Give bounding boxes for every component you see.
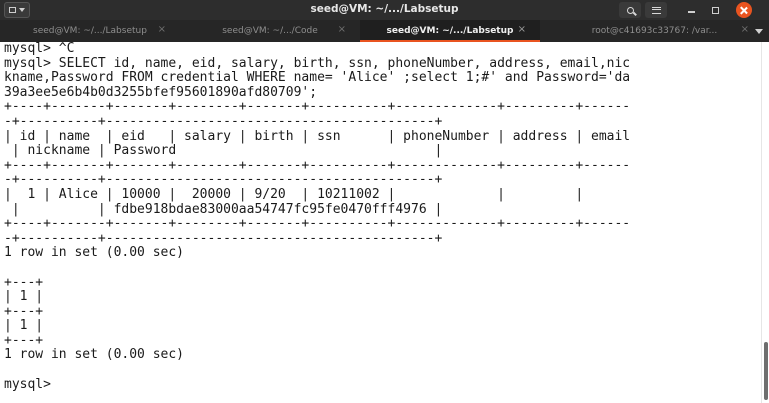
hamburger-menu-button[interactable] (645, 2, 667, 18)
terminal-line: -+----------+---------------------------… (4, 172, 443, 188)
terminal-line: 1 row in set (0.00 sec) (4, 347, 185, 363)
terminal-line: kname,Password FROM credential WHERE nam… (4, 70, 631, 86)
tab-label: root@c41693c33767: /var... (591, 26, 718, 36)
tab-label: seed@VM: ~/.../Labsetup (386, 26, 514, 36)
search-button[interactable] (619, 2, 641, 18)
tab-bar: seed@VM: ~/.../Labsetup × seed@VM: ~/...… (0, 20, 769, 42)
scrollbar[interactable] (761, 42, 769, 403)
terminal-line: +----+-------+-------+--------+-------+-… (4, 157, 631, 173)
maximize-icon (711, 6, 719, 14)
close-button[interactable] (736, 2, 752, 18)
terminal-line: +----+-------+-------+--------+-------+-… (4, 99, 631, 115)
terminal-line: +----+-------+-------+--------+-------+-… (4, 216, 631, 232)
terminal-line: -+----------+---------------------------… (4, 113, 443, 129)
terminal-line: mysql> ^C (4, 42, 75, 56)
terminal-output[interactable]: mysql> ^C mysql> SELECT id, name, eid, sa… (0, 42, 761, 403)
tab-label: seed@VM: ~/.../Labsetup (33, 26, 147, 36)
terminal-line: | 1 | (4, 289, 44, 305)
tab-close-icon[interactable]: × (338, 24, 346, 35)
tab-close-icon[interactable]: × (741, 24, 749, 35)
terminal-line: | | fdbe918bdae83000aa54747fc95fe0470fff… (4, 201, 443, 217)
tab-close-icon[interactable]: × (158, 24, 166, 35)
terminal-line: -+----------+---------------------------… (4, 230, 443, 246)
minimize-icon (687, 11, 695, 13)
maximize-button[interactable] (707, 2, 723, 18)
search-icon (626, 6, 634, 14)
hamburger-icon (651, 6, 661, 14)
tab-labsetup-1[interactable]: seed@VM: ~/.../Labsetup × (0, 20, 180, 42)
tab-root-container[interactable]: root@c41693c33767: /var... × (540, 20, 769, 42)
terminal-line: +---+ (4, 274, 44, 290)
terminal-line: mysql> (4, 376, 59, 392)
terminal-line: +---+ (4, 303, 44, 319)
terminal-line: mysql> SELECT id, name, eid, salary, bir… (4, 55, 631, 71)
scrollbar-thumb[interactable] (764, 342, 768, 400)
terminal-line: | 1 | Alice | 10000 | 20000 | 9/20 | 102… (4, 186, 584, 202)
terminal-line: 39a3ee5e6b4b0d3255bfef95601890afd80709'; (4, 84, 318, 100)
tab-labsetup-2-active[interactable]: seed@VM: ~/.../Labsetup × (360, 20, 540, 42)
terminal-line: | 1 | (4, 318, 44, 334)
terminal-line: 1 row in set (0.00 sec) (4, 245, 185, 261)
minimize-button[interactable] (683, 2, 699, 18)
terminal-line: +---+ (4, 332, 44, 348)
close-icon (740, 6, 748, 14)
tab-close-icon[interactable]: × (518, 24, 526, 35)
tab-label: seed@VM: ~/.../Code (222, 26, 318, 36)
tab-list-chevron-icon[interactable] (755, 29, 763, 34)
tab-code[interactable]: seed@VM: ~/.../Code × (180, 20, 360, 42)
terminal-line: | nickname | Password | (4, 143, 443, 159)
terminal-line: | id | name | eid | salary | birth | ssn… (4, 128, 631, 144)
window-titlebar: seed@VM: ~/.../Labsetup (0, 0, 769, 20)
